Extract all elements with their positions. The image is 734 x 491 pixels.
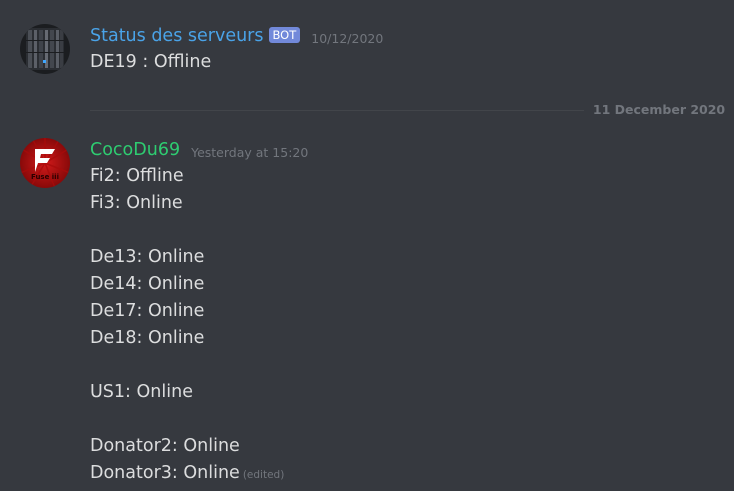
message-header: CocoDu69 Yesterday at 15:20 bbox=[90, 138, 308, 162]
timestamp[interactable]: Yesterday at 15:20 bbox=[191, 145, 308, 160]
message-line: De18: Online bbox=[90, 328, 205, 348]
svg-text:Fuse iii: Fuse iii bbox=[31, 173, 59, 181]
username[interactable]: Status des serveurs bbox=[90, 26, 264, 46]
message-line: Fi3: Online bbox=[90, 193, 183, 213]
message-content: DE19 : Offline bbox=[90, 49, 211, 76]
message-line: US1: Online bbox=[90, 382, 193, 402]
message-content: Fi2: Offline Fi3: Online De13: Online De… bbox=[90, 163, 284, 487]
user-avatar[interactable]: Fuse iii bbox=[20, 138, 70, 188]
message-line-blank bbox=[90, 217, 284, 244]
timestamp[interactable]: 10/12/2020 bbox=[311, 31, 383, 46]
bot-tag: BOT bbox=[268, 27, 301, 43]
message-line: DE19 : Offline bbox=[90, 52, 212, 72]
message-line-blank bbox=[90, 352, 284, 379]
message-line-blank bbox=[90, 406, 284, 433]
message-line: De13: Online bbox=[90, 247, 205, 267]
fuse-logo-icon: Fuse iii bbox=[20, 138, 70, 188]
edited-label: (edited) bbox=[242, 469, 285, 481]
message-line: De14: Online bbox=[90, 274, 205, 294]
server-rack-icon bbox=[20, 24, 70, 74]
date-divider-label: 11 December 2020 bbox=[584, 102, 734, 118]
message-line: De17: Online bbox=[90, 301, 205, 321]
message-line-last: Donator3: Online (edited) bbox=[90, 460, 284, 487]
username[interactable]: CocoDu69 bbox=[90, 140, 180, 160]
message-line: Donator2: Online bbox=[90, 436, 240, 456]
message-header: Status des serveurs BOT 10/12/2020 bbox=[90, 24, 383, 48]
bot-avatar[interactable] bbox=[20, 24, 70, 74]
message-line-text: Donator3: Online bbox=[90, 463, 240, 483]
message-line: Fi2: Offline bbox=[90, 166, 184, 186]
